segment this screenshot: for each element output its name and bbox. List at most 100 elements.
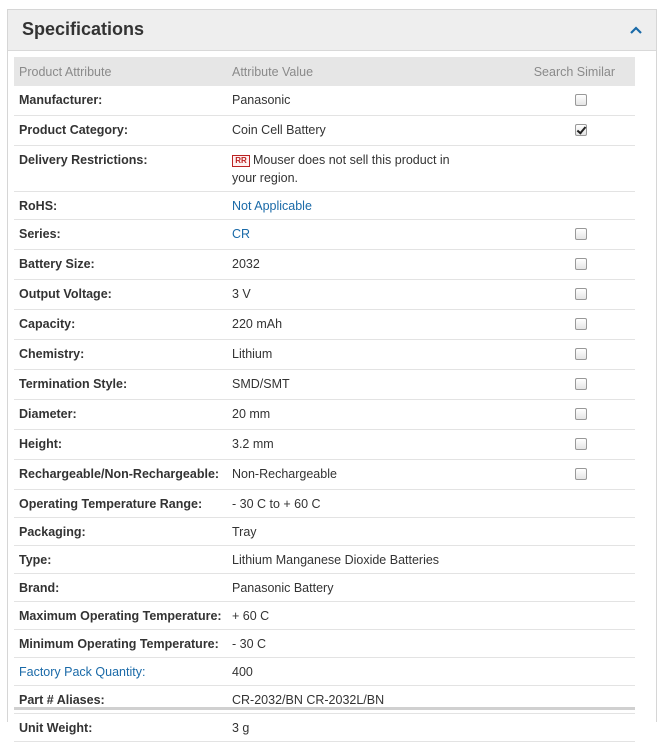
search-similar-cell	[467, 713, 635, 742]
search-similar-cell	[467, 399, 635, 430]
attribute-value-cell: 400	[227, 657, 467, 686]
attribute-value-cell: Tray	[227, 517, 467, 546]
search-similar-cell	[467, 459, 635, 490]
attribute-name: Delivery Restrictions:	[14, 145, 227, 192]
table-row: Packaging: Tray	[14, 517, 635, 546]
attribute-value: CR-2032/BN CR-2032L/BN	[232, 693, 385, 707]
table-row: Product Category: Coin Cell Battery	[14, 115, 635, 146]
search-similar-cell	[467, 309, 635, 340]
search-similar-cell	[467, 517, 635, 546]
table-row: Minimum Operating Temperature: - 30 C	[14, 629, 635, 658]
search-similar-cell	[467, 219, 635, 250]
chevron-up-icon[interactable]	[628, 22, 644, 38]
search-similar-cell	[467, 115, 635, 146]
search-similar-checkbox[interactable]	[575, 288, 587, 300]
attribute-value-cell: 2032	[227, 249, 467, 280]
attribute-name[interactable]: Factory Pack Quantity:	[14, 657, 227, 686]
attribute-value: Lithium	[232, 347, 273, 361]
attribute-value-cell: - 30 C	[227, 629, 467, 658]
attribute-name: Type:	[14, 545, 227, 574]
search-similar-checkbox[interactable]	[575, 378, 587, 390]
attribute-value-cell: Lithium Manganese Dioxide Batteries	[227, 545, 467, 574]
attribute-name: Diameter:	[14, 399, 227, 430]
search-similar-checkbox[interactable]	[575, 258, 587, 270]
table-row: Diameter: 20 mm	[14, 399, 635, 430]
search-similar-cell	[467, 86, 635, 116]
search-similar-cell	[467, 573, 635, 602]
search-similar-cell	[467, 601, 635, 630]
attribute-value: 3 V	[232, 287, 251, 301]
attribute-value-cell: 3.2 mm	[227, 429, 467, 460]
panel-header[interactable]: Specifications	[8, 10, 656, 51]
attribute-value-cell: Non-Rechargeable	[227, 459, 467, 490]
attribute-value: - 30 C	[232, 637, 267, 651]
search-similar-cell	[467, 545, 635, 574]
attribute-value-cell: Panasonic Battery	[227, 573, 467, 602]
attribute-name: Output Voltage:	[14, 279, 227, 310]
search-similar-checkbox[interactable]	[575, 318, 587, 330]
search-similar-cell	[467, 145, 635, 192]
attribute-value-link[interactable]: CR	[232, 227, 250, 241]
search-similar-cell	[467, 429, 635, 460]
search-similar-cell	[467, 339, 635, 370]
attribute-value: 3.2 mm	[232, 437, 274, 451]
search-similar-checkbox[interactable]	[575, 348, 587, 360]
attribute-name: RoHS:	[14, 191, 227, 220]
attribute-value: 2032	[232, 257, 260, 271]
table-row: Brand: Panasonic Battery	[14, 573, 635, 602]
attribute-value-cell: SMD/SMT	[227, 369, 467, 400]
attribute-name: Brand:	[14, 573, 227, 602]
attribute-value-cell: CR	[227, 219, 467, 250]
attribute-name: Chemistry:	[14, 339, 227, 370]
attribute-value-cell: RR Mouser does not sell this product in y…	[227, 145, 467, 192]
attribute-name: Maximum Operating Temperature:	[14, 601, 227, 630]
attribute-value-cell: - 30 C to + 60 C	[227, 489, 467, 518]
attribute-value: Tray	[232, 525, 257, 539]
search-similar-checkbox[interactable]	[575, 228, 587, 240]
search-similar-cell	[467, 279, 635, 310]
search-similar-cell	[467, 629, 635, 658]
table-header-row: Product Attribute Attribute Value Search…	[14, 57, 635, 86]
attribute-name: Minimum Operating Temperature:	[14, 629, 227, 658]
attribute-name: Termination Style:	[14, 369, 227, 400]
search-similar-checkbox[interactable]	[575, 408, 587, 420]
attribute-value: 20 mm	[232, 407, 271, 421]
attribute-value: Panasonic	[232, 93, 291, 107]
attribute-value: + 60 C	[232, 609, 270, 623]
attribute-value: Mouser does not sell this product in you…	[232, 153, 450, 185]
search-similar-checkbox[interactable]	[575, 468, 587, 480]
attribute-name: Rechargeable/Non-Rechargeable:	[14, 459, 227, 490]
search-similar-cell	[467, 191, 635, 220]
attribute-name: Operating Temperature Range:	[14, 489, 227, 518]
attribute-name: Capacity:	[14, 309, 227, 340]
attribute-value-cell: 220 mAh	[227, 309, 467, 340]
attribute-value-cell: Lithium	[227, 339, 467, 370]
attribute-value-cell: Coin Cell Battery	[227, 115, 467, 146]
attribute-value-cell: 3 g	[227, 713, 467, 742]
search-similar-checkbox[interactable]	[575, 94, 587, 106]
search-similar-cell	[467, 489, 635, 518]
search-similar-cell	[467, 657, 635, 686]
table-row: Termination Style: SMD/SMT	[14, 369, 635, 400]
table-row: Battery Size: 2032	[14, 249, 635, 280]
table-row: Chemistry: Lithium	[14, 339, 635, 370]
attribute-value-cell: 3 V	[227, 279, 467, 310]
attribute-name: Series:	[14, 219, 227, 250]
restriction-icon: RR	[232, 155, 250, 167]
attribute-value-link[interactable]: Not Applicable	[232, 199, 312, 213]
table-row: Delivery Restrictions: RR Mouser does not …	[14, 145, 635, 192]
attribute-value: 220 mAh	[232, 317, 283, 331]
attribute-value-cell: + 60 C	[227, 601, 467, 630]
search-similar-checkbox[interactable]	[575, 124, 587, 136]
table-body: Manufacturer: Panasonic Product Category: C…	[14, 86, 635, 742]
attribute-name: Product Category:	[14, 115, 227, 146]
table-row: Factory Pack Quantity: 400	[14, 657, 635, 686]
panel-title: Specifications	[22, 19, 145, 39]
attribute-name: Packaging:	[14, 517, 227, 546]
search-similar-checkbox[interactable]	[575, 438, 587, 450]
attribute-value-cell: Not Applicable	[227, 191, 467, 220]
search-similar-cell	[467, 369, 635, 400]
column-header-attribute: Product Attribute	[19, 64, 112, 79]
table-row: RoHS: Not Applicable	[14, 191, 635, 220]
column-header-search-similar: Search Similar	[533, 64, 615, 79]
